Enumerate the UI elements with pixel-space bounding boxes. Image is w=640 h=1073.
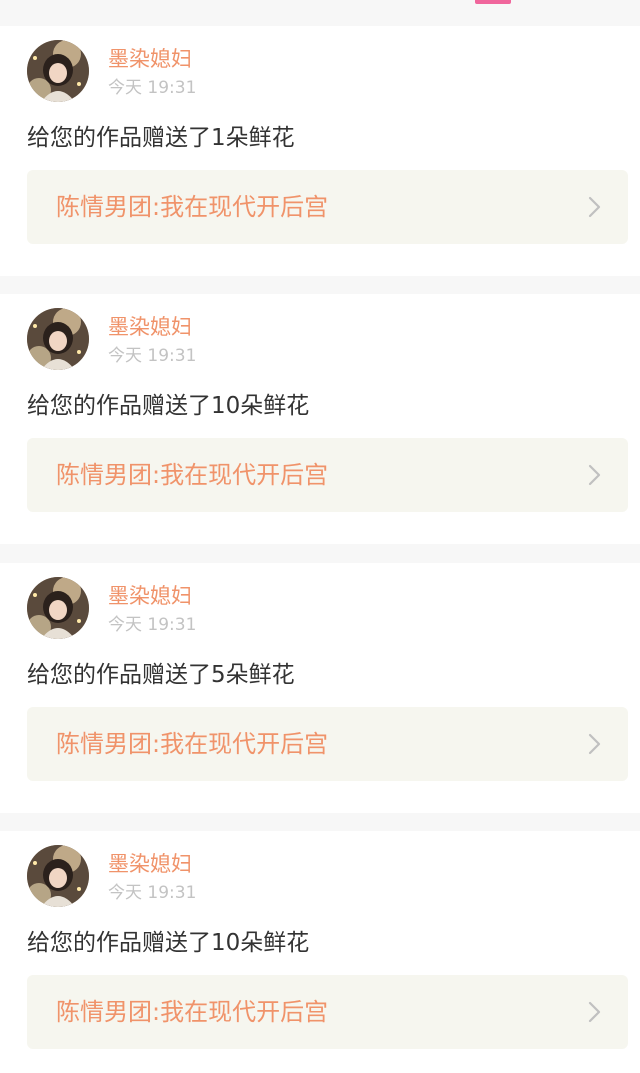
active-tab-indicator	[475, 0, 511, 4]
gift-message: 给您的作品赠送了10朵鲜花	[27, 393, 310, 419]
work-link[interactable]: 陈情男团:我在现代开后宫	[27, 975, 628, 1049]
chevron-right-icon	[588, 733, 602, 755]
user-name[interactable]: 墨染媳妇	[108, 314, 192, 340]
user-name[interactable]: 墨染媳妇	[108, 583, 192, 609]
work-link[interactable]: 陈情男团:我在现代开后宫	[27, 170, 628, 244]
chevron-right-icon	[588, 1001, 602, 1023]
timestamp: 今天 19:31	[108, 346, 197, 366]
notification-card: 墨染媳妇 今天 19:31 给您的作品赠送了5朵鲜花 陈情男团:我在现代开后宫	[0, 563, 640, 813]
notification-card: 墨染媳妇 今天 19:31 给您的作品赠送了1朵鲜花 陈情男团:我在现代开后宫	[0, 26, 640, 276]
avatar-image	[27, 308, 89, 370]
avatar[interactable]	[27, 308, 89, 370]
work-title: 陈情男团:我在现代开后宫	[56, 998, 329, 1026]
chevron-right-icon	[588, 196, 602, 218]
avatar[interactable]	[27, 845, 89, 907]
gift-message: 给您的作品赠送了5朵鲜花	[27, 662, 295, 688]
avatar-image	[27, 845, 89, 907]
timestamp: 今天 19:31	[108, 78, 197, 98]
gift-message: 给您的作品赠送了10朵鲜花	[27, 930, 310, 956]
timestamp: 今天 19:31	[108, 615, 197, 635]
work-title: 陈情男团:我在现代开后宫	[56, 193, 329, 221]
gift-message: 给您的作品赠送了1朵鲜花	[27, 125, 295, 151]
notification-card: 墨染媳妇 今天 19:31 给您的作品赠送了10朵鲜花 陈情男团:我在现代开后宫	[0, 831, 640, 1073]
work-title: 陈情男团:我在现代开后宫	[56, 461, 329, 489]
avatar[interactable]	[27, 577, 89, 639]
avatar-image	[27, 40, 89, 102]
user-name[interactable]: 墨染媳妇	[108, 46, 192, 72]
notification-card: 墨染媳妇 今天 19:31 给您的作品赠送了10朵鲜花 陈情男团:我在现代开后宫	[0, 294, 640, 544]
timestamp: 今天 19:31	[108, 883, 197, 903]
work-link[interactable]: 陈情男团:我在现代开后宫	[27, 707, 628, 781]
user-name[interactable]: 墨染媳妇	[108, 851, 192, 877]
avatar-image	[27, 577, 89, 639]
chevron-right-icon	[588, 464, 602, 486]
notification-screen: 墨染媳妇 今天 19:31 给您的作品赠送了1朵鲜花 陈情男团:我在现代开后宫 …	[0, 0, 640, 1073]
work-link[interactable]: 陈情男团:我在现代开后宫	[27, 438, 628, 512]
avatar[interactable]	[27, 40, 89, 102]
work-title: 陈情男团:我在现代开后宫	[56, 730, 329, 758]
